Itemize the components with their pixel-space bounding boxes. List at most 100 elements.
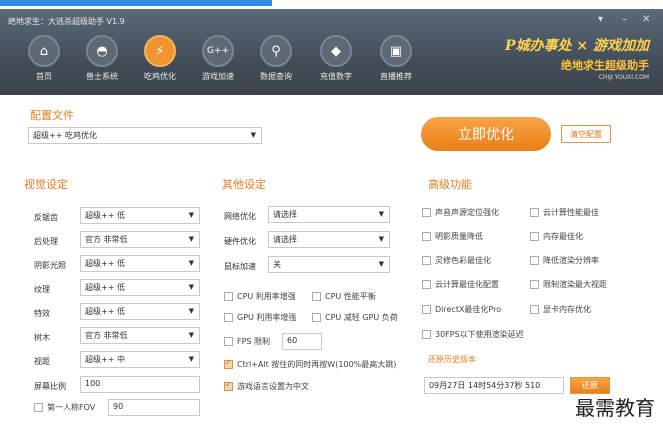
- checkbox-label: DirectX最佳化Pro: [435, 305, 502, 314]
- fps-limit-checkbox[interactable]: FPS 限制: [224, 336, 270, 347]
- cpu-boost-checkbox[interactable]: CPU 利用率增强: [224, 291, 296, 302]
- checkbox-box[interactable]: [224, 380, 233, 391]
- advanced-checkbox[interactable]: 内存最佳化: [530, 231, 583, 242]
- checkbox-box[interactable]: [224, 337, 233, 346]
- cpu-reduce-gpu-checkbox[interactable]: CPU 减轻 GPU 负荷: [312, 312, 398, 323]
- checkbox-box[interactable]: [422, 232, 431, 241]
- brand-logo: P城办事处 × 游戏加加 绝地求生超级助手 CHIJI.YOUXI.COM: [499, 35, 649, 81]
- video-select[interactable]: 官方 非常低 ▼: [80, 231, 200, 248]
- checkbox-box[interactable]: [422, 280, 431, 289]
- chevron-down-icon: ▼: [188, 331, 194, 339]
- checkbox-box[interactable]: [422, 305, 431, 314]
- restore-history-link[interactable]: 还原历史版本: [428, 354, 476, 365]
- chinese-language-checkbox[interactable]: 游戏语言设置为中文: [224, 380, 309, 392]
- fov-input[interactable]: 90: [108, 399, 200, 416]
- video-label: 纹理: [34, 285, 50, 294]
- apply-optimize-button[interactable]: 立即优化: [421, 117, 551, 151]
- nav-live[interactable]: ▣ 直播推荐: [370, 35, 422, 82]
- cpu-balance-checkbox[interactable]: CPU 性能平衡: [312, 291, 376, 302]
- top-accent-bar: [0, 0, 272, 6]
- video-select[interactable]: 超级++ 中 ▼: [80, 351, 200, 368]
- advanced-checkbox[interactable]: 30FPS以下使用渲染延迟: [422, 329, 524, 340]
- checkbox-label: 声音声源定位强化: [435, 208, 499, 217]
- nav-recharge[interactable]: ◆ 充值数字: [310, 35, 362, 82]
- checkbox-box[interactable]: [530, 305, 539, 314]
- other-label: 硬件优化: [224, 237, 256, 246]
- restore-history-select[interactable]: 09月27日 14时54分37秒 510: [424, 377, 564, 394]
- select-value: 超级++ 中: [85, 355, 125, 364]
- checkbox-box[interactable]: [422, 330, 431, 339]
- brand-line3: CHIJI.YOUXI.COM: [598, 74, 649, 81]
- video-select[interactable]: 超级++ 低 ▼: [80, 279, 200, 296]
- dropdown-menu-icon[interactable]: ▾: [598, 14, 603, 25]
- advanced-checkbox[interactable]: 云计算最佳化配置: [422, 279, 499, 290]
- window-title: 绝地求生：大逃杀超级助手 V1.9: [8, 17, 125, 26]
- brand-line1: P城办事处 × 游戏加加: [504, 38, 649, 54]
- nav-label: 数据查询: [260, 72, 292, 81]
- advanced-title: 高级功能: [428, 178, 472, 191]
- home-icon: ⌂: [28, 35, 60, 67]
- checkbox-label: 游戏语言设置为中文: [237, 382, 309, 391]
- config-title: 配置文件: [30, 109, 74, 122]
- checkbox-box[interactable]: [312, 313, 321, 322]
- checkbox-box[interactable]: [422, 256, 431, 265]
- advanced-checkbox[interactable]: DirectX最佳化Pro: [422, 304, 501, 315]
- checkbox-box[interactable]: [312, 292, 321, 301]
- video-select[interactable]: 官方 非常低 ▼: [80, 327, 200, 344]
- search-icon: ⚲: [260, 35, 292, 67]
- nav-data-query[interactable]: ⚲ 数据查询: [250, 35, 302, 82]
- fov-label: 第一人称FOV: [47, 403, 96, 412]
- checkbox-box[interactable]: [530, 232, 539, 241]
- advanced-checkbox[interactable]: 声音声源定位强化: [422, 207, 499, 218]
- other-label: 鼠标加速: [224, 262, 256, 271]
- checkbox-label: CPU 性能平衡: [325, 292, 376, 301]
- video-label: 阴影光照: [34, 261, 66, 270]
- mouse-accel-select[interactable]: 关 ▼: [268, 256, 390, 273]
- minimize-icon[interactable]: –: [622, 14, 627, 25]
- checkbox-box[interactable]: [224, 313, 233, 322]
- checkbox-label: GPU 利用率增强: [237, 313, 297, 322]
- video-select[interactable]: 超级++ 低 ▼: [80, 255, 200, 272]
- select-value: 09月27日 14时54分37秒 510: [429, 381, 541, 390]
- video-label: 特效: [34, 309, 50, 318]
- fps-limit-input[interactable]: 60: [282, 333, 322, 350]
- clear-config-button[interactable]: 清空配置: [561, 125, 611, 143]
- checkbox-box[interactable]: [224, 292, 233, 301]
- hardware-select[interactable]: 请选择 ▼: [268, 231, 390, 248]
- checkbox-box[interactable]: [530, 208, 539, 217]
- checkbox-box[interactable]: [224, 358, 233, 369]
- checkbox-box[interactable]: [530, 280, 539, 289]
- advanced-checkbox[interactable]: 灵修色彩最佳化: [422, 255, 491, 266]
- nav-game-boost[interactable]: G++ 游戏加速: [192, 35, 244, 82]
- video-select[interactable]: 超级++ 低 ▼: [80, 303, 200, 320]
- checkbox-box[interactable]: [34, 403, 43, 412]
- checkbox-label: 内存最佳化: [543, 232, 583, 241]
- gpu-boost-checkbox[interactable]: GPU 利用率增强: [224, 312, 296, 323]
- close-icon[interactable]: ✕: [642, 14, 650, 25]
- network-select[interactable]: 请选择 ▼: [268, 206, 390, 223]
- select-value: 超级++ 低: [85, 259, 125, 268]
- video-label: 后处理: [34, 237, 58, 246]
- advanced-checkbox[interactable]: 限制渲染最大视距: [530, 279, 607, 290]
- screen-ratio-input[interactable]: 100: [80, 376, 200, 393]
- advanced-checkbox[interactable]: 降低渲染分辨率: [530, 255, 599, 266]
- nav-home[interactable]: ⌂ 首页: [18, 35, 70, 82]
- advanced-checkbox[interactable]: 云计算性能最佳: [530, 207, 599, 218]
- checkbox-label: 明影质量降低: [435, 232, 483, 241]
- nav-label: 充值数字: [320, 72, 352, 81]
- nav-chicken-optimize[interactable]: ⚡ 吃鸡优化: [134, 35, 186, 82]
- checkbox-box[interactable]: [530, 256, 539, 265]
- video-select[interactable]: 超级++ 低 ▼: [80, 207, 200, 224]
- config-select[interactable]: 超级++ 吃鸡优化 ▼: [28, 127, 262, 144]
- select-value: 请选择: [273, 235, 297, 244]
- helmet-icon: ◓: [86, 35, 118, 67]
- ctrl-alt-checkbox[interactable]: Ctrl+Alt 按住的同时再按W(100%最高大跳): [224, 358, 396, 370]
- config-select-value: 超级++ 吃鸡优化: [33, 131, 97, 140]
- nav-helmet[interactable]: ◓ 兽士系统: [76, 35, 128, 82]
- advanced-checkbox[interactable]: 显卡内存优化: [530, 304, 591, 315]
- checkbox-label: CPU 利用率增强: [237, 292, 296, 301]
- fov-checkbox[interactable]: 第一人称FOV: [34, 402, 95, 413]
- checkbox-box[interactable]: [422, 208, 431, 217]
- advanced-checkbox[interactable]: 明影质量降低: [422, 231, 483, 242]
- watermark-text: 最需教育: [575, 396, 655, 420]
